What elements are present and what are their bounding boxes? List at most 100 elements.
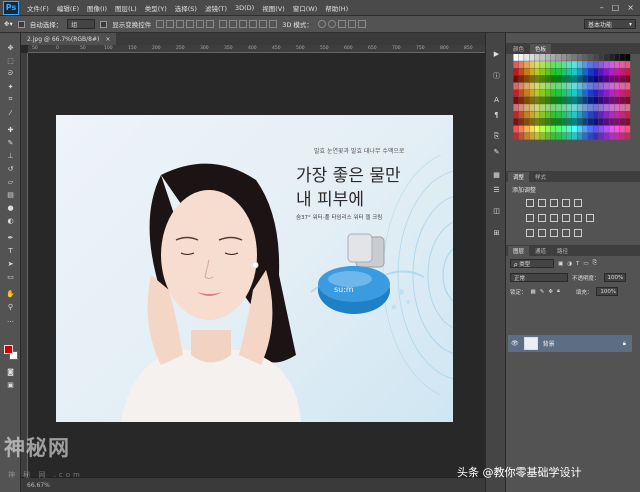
swatch-cell[interactable] bbox=[625, 61, 631, 68]
swatch-cell[interactable] bbox=[619, 111, 625, 119]
3d-roll-icon[interactable] bbox=[327, 20, 336, 28]
tab-close-icon[interactable]: × bbox=[105, 36, 110, 43]
swatch-cell[interactable] bbox=[619, 97, 625, 104]
swatch-cell[interactable] bbox=[587, 111, 593, 119]
swatch-cell[interactable] bbox=[582, 125, 588, 133]
exposure-icon[interactable] bbox=[562, 199, 570, 207]
swatch-cell[interactable] bbox=[529, 61, 535, 68]
swatch-cell[interactable] bbox=[609, 132, 615, 140]
lock-position-icon[interactable]: ✥ bbox=[548, 289, 553, 295]
swatch-cell[interactable] bbox=[561, 97, 567, 104]
swatch-cell[interactable] bbox=[577, 125, 583, 133]
swatch-cell[interactable] bbox=[534, 104, 540, 111]
play-action-icon[interactable]: ▶ bbox=[491, 48, 502, 59]
vibrance-icon[interactable] bbox=[574, 199, 582, 207]
align-bottom-icon[interactable] bbox=[176, 20, 185, 28]
swatch-cell[interactable] bbox=[587, 75, 593, 83]
menu-type[interactable]: 类型(Y) bbox=[141, 3, 171, 13]
swatch-cell[interactable] bbox=[566, 111, 572, 119]
swatch-cell[interactable] bbox=[587, 97, 593, 104]
swatch-cell[interactable] bbox=[614, 97, 620, 104]
swatch-cell[interactable] bbox=[540, 132, 546, 140]
swatch-cell[interactable] bbox=[518, 89, 524, 97]
swatch-cell[interactable] bbox=[556, 132, 561, 140]
swatch-cell[interactable] bbox=[619, 68, 625, 76]
swatch-cell[interactable] bbox=[577, 111, 583, 119]
swatch-cell[interactable] bbox=[561, 75, 567, 83]
swatch-cell[interactable] bbox=[614, 125, 620, 133]
swatch-cell[interactable] bbox=[540, 61, 546, 68]
swatch-cell[interactable] bbox=[534, 111, 540, 119]
distribute-vcenter-icon[interactable] bbox=[229, 20, 238, 28]
swatch-cell[interactable] bbox=[518, 82, 524, 90]
swatch-cell[interactable] bbox=[550, 97, 556, 104]
eyedropper-icon[interactable]: ⁄ bbox=[5, 108, 16, 117]
swatch-cell[interactable] bbox=[577, 75, 583, 83]
zoom-icon[interactable]: ⚲ bbox=[5, 302, 16, 311]
swatch-cell[interactable] bbox=[534, 68, 540, 76]
gradient-map-icon[interactable] bbox=[562, 229, 570, 237]
swatch-cell[interactable] bbox=[598, 82, 604, 90]
swatch-cell[interactable] bbox=[556, 118, 561, 126]
minimize-icon[interactable]: – bbox=[600, 3, 604, 12]
swatch-cell[interactable] bbox=[603, 82, 609, 90]
swatch-cell[interactable] bbox=[625, 82, 631, 90]
swatch-cell[interactable] bbox=[513, 118, 519, 126]
eraser-icon[interactable]: ▱ bbox=[5, 177, 16, 186]
swatch-cell[interactable] bbox=[524, 104, 530, 111]
swatch-cell[interactable] bbox=[534, 75, 540, 83]
swatch-cell[interactable] bbox=[518, 118, 524, 126]
swatch-cell[interactable] bbox=[556, 82, 561, 90]
type-icon[interactable]: T bbox=[5, 246, 16, 255]
swatch-cell[interactable] bbox=[566, 68, 572, 76]
swatch-cell[interactable] bbox=[587, 104, 593, 111]
swatch-cell[interactable] bbox=[513, 111, 519, 119]
swatch-cell[interactable] bbox=[572, 111, 577, 119]
swatch-cell[interactable] bbox=[518, 54, 524, 61]
swatch-cell[interactable] bbox=[540, 82, 546, 90]
filter-smart-icon[interactable]: ⎘ bbox=[593, 260, 597, 267]
swatch-cell[interactable] bbox=[518, 97, 524, 104]
swatch-cell[interactable] bbox=[545, 104, 551, 111]
visibility-eye-icon[interactable]: 👁︎ bbox=[511, 340, 519, 347]
filter-adjust-icon[interactable]: ◑ bbox=[567, 261, 572, 267]
menu-filter[interactable]: 滤镜(T) bbox=[201, 3, 231, 13]
swatch-cell[interactable] bbox=[529, 118, 535, 126]
swatch-cell[interactable] bbox=[545, 118, 551, 126]
swatches-grid[interactable] bbox=[508, 54, 636, 140]
swatch-cell[interactable] bbox=[534, 125, 540, 133]
distribute-hcenter-icon[interactable] bbox=[259, 20, 268, 28]
hue-saturation-icon[interactable] bbox=[526, 214, 534, 222]
swatch-cell[interactable] bbox=[609, 118, 615, 126]
fill-field[interactable]: 100% bbox=[596, 287, 619, 296]
swatch-cell[interactable] bbox=[545, 54, 551, 61]
filter-type-icon[interactable]: T bbox=[576, 261, 579, 267]
document-canvas[interactable]: 발효 눈연꽃과 발효 대나무 수액으로 가장 좋은 물만 내 피부에 숨37° … bbox=[56, 115, 453, 422]
swatch-cell[interactable] bbox=[550, 61, 556, 68]
distribute-left-icon[interactable] bbox=[249, 20, 258, 28]
magic-wand-icon[interactable]: ✦ bbox=[5, 82, 16, 91]
swatch-cell[interactable] bbox=[534, 97, 540, 104]
swatch-cell[interactable] bbox=[603, 125, 609, 133]
swatch-cell[interactable] bbox=[619, 89, 625, 97]
pen-icon[interactable]: ✒ bbox=[5, 233, 16, 242]
swatch-cell[interactable] bbox=[540, 111, 546, 119]
swatch-cell[interactable] bbox=[614, 61, 620, 68]
info-icon[interactable]: ⓘ bbox=[491, 70, 502, 81]
swatch-cell[interactable] bbox=[529, 89, 535, 97]
swatch-cell[interactable] bbox=[572, 104, 577, 111]
color-balance-icon[interactable] bbox=[538, 214, 546, 222]
3d-rotate-icon[interactable] bbox=[317, 20, 326, 28]
swatch-cell[interactable] bbox=[561, 54, 567, 61]
close-icon[interactable]: × bbox=[627, 3, 634, 12]
swatch-cell[interactable] bbox=[524, 82, 530, 90]
swatch-cell[interactable] bbox=[518, 104, 524, 111]
filter-pixel-icon[interactable]: ▣ bbox=[558, 261, 563, 267]
swatch-cell[interactable] bbox=[561, 111, 567, 119]
swatch-cell[interactable] bbox=[550, 89, 556, 97]
swatch-cell[interactable] bbox=[587, 82, 593, 90]
swatch-cell[interactable] bbox=[540, 75, 546, 83]
swatch-cell[interactable] bbox=[524, 111, 530, 119]
swatch-cell[interactable] bbox=[609, 111, 615, 119]
swatch-cell[interactable] bbox=[577, 54, 583, 61]
